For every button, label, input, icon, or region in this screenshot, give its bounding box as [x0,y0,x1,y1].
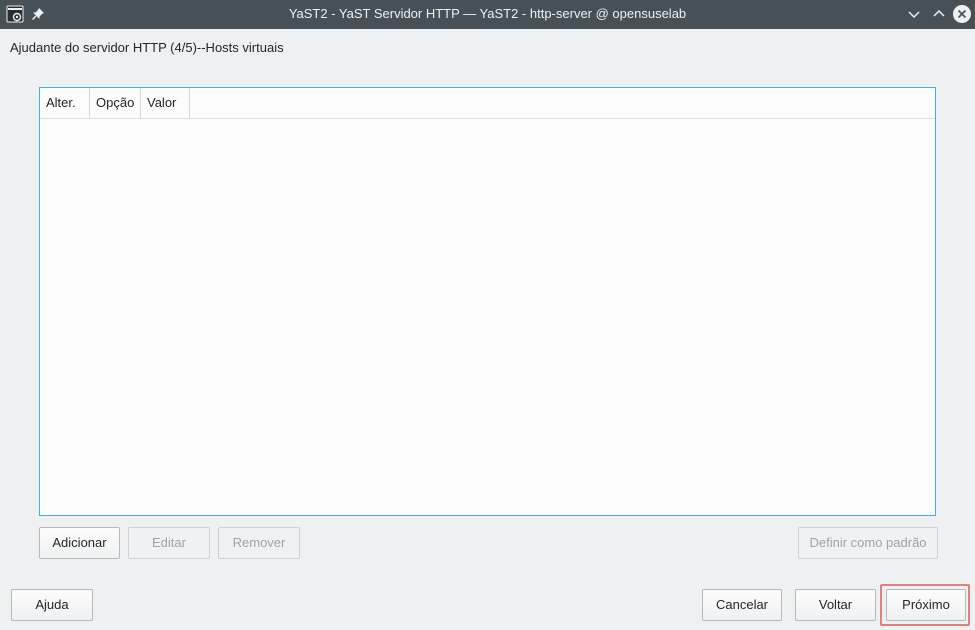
column-header-opcao[interactable]: Opção [90,88,141,118]
page-heading: Ajudante do servidor HTTP (4/5)--Hosts v… [10,40,284,55]
add-button[interactable]: Adicionar [39,527,120,559]
title-bar[interactable]: YaST2 - YaST Servidor HTTP — YaST2 - htt… [0,0,975,29]
window-title: YaST2 - YaST Servidor HTTP — YaST2 - htt… [288,6,687,21]
table-header: Alter. Opção Valor [40,88,935,119]
set-default-button[interactable]: Definir como padrão [798,527,938,559]
close-icon[interactable] [952,4,972,24]
edit-button[interactable]: Editar [128,527,210,559]
next-button[interactable]: Próximo [886,589,966,621]
options-table[interactable]: Alter. Opção Valor [39,87,936,516]
column-header-alter[interactable]: Alter. [40,88,90,118]
back-button[interactable]: Voltar [795,589,876,621]
help-button[interactable]: Ajuda [11,589,93,621]
remove-button[interactable]: Remover [218,527,300,559]
chevron-down-icon[interactable] [904,4,924,24]
yast-window: YaST2 - YaST Servidor HTTP — YaST2 - htt… [0,0,975,630]
chevron-up-icon[interactable] [929,4,949,24]
column-header-valor[interactable]: Valor [141,88,190,118]
cancel-button[interactable]: Cancelar [702,589,782,621]
